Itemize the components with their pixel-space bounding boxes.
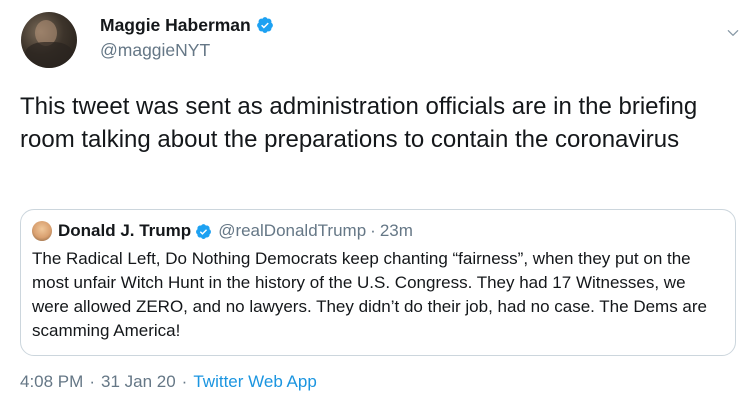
quoted-tweet-time: 23m: [379, 221, 413, 240]
quoted-tweet-text: The Radical Left, Do Nothing Democrats k…: [32, 249, 708, 340]
quoted-author-handle: @realDonaldTrump: [218, 221, 367, 240]
tweet-source-link[interactable]: Twitter Web App: [193, 372, 316, 392]
verified-badge-icon: [196, 223, 212, 239]
author-avatar[interactable]: [21, 12, 77, 68]
meta-separator: ·: [181, 372, 188, 391]
quoted-author-name: Donald J. Trump: [58, 221, 192, 240]
tweet-meta: 4:08 PM · 31 Jan 20 · Twitter Web App: [20, 372, 317, 392]
meta-separator: ·: [89, 372, 95, 391]
author-name[interactable]: Maggie Haberman: [100, 15, 251, 36]
quoted-header-separator: ·: [370, 221, 376, 240]
author-name-row: Maggie Haberman: [100, 13, 274, 37]
chevron-down-icon[interactable]: [726, 26, 740, 40]
tweet-date[interactable]: 31 Jan 20: [101, 372, 176, 392]
tweet-card: Maggie Haberman @maggieNYT This tweet wa…: [0, 0, 754, 402]
quoted-tweet-header: Donald J. Trump @realDonaldTrump · 23m: [32, 220, 413, 242]
tweet-text: This tweet was sent as administration of…: [20, 93, 698, 153]
verified-badge-icon: [256, 17, 273, 33]
quoted-tweet[interactable]: Donald J. Trump @realDonaldTrump · 23m T…: [20, 209, 736, 356]
quoted-author-avatar: [32, 221, 52, 241]
author-handle[interactable]: @maggieNYT: [100, 40, 274, 61]
tweet-time[interactable]: 4:08 PM: [20, 372, 83, 392]
author-block: Maggie Haberman @maggieNYT: [100, 13, 274, 61]
